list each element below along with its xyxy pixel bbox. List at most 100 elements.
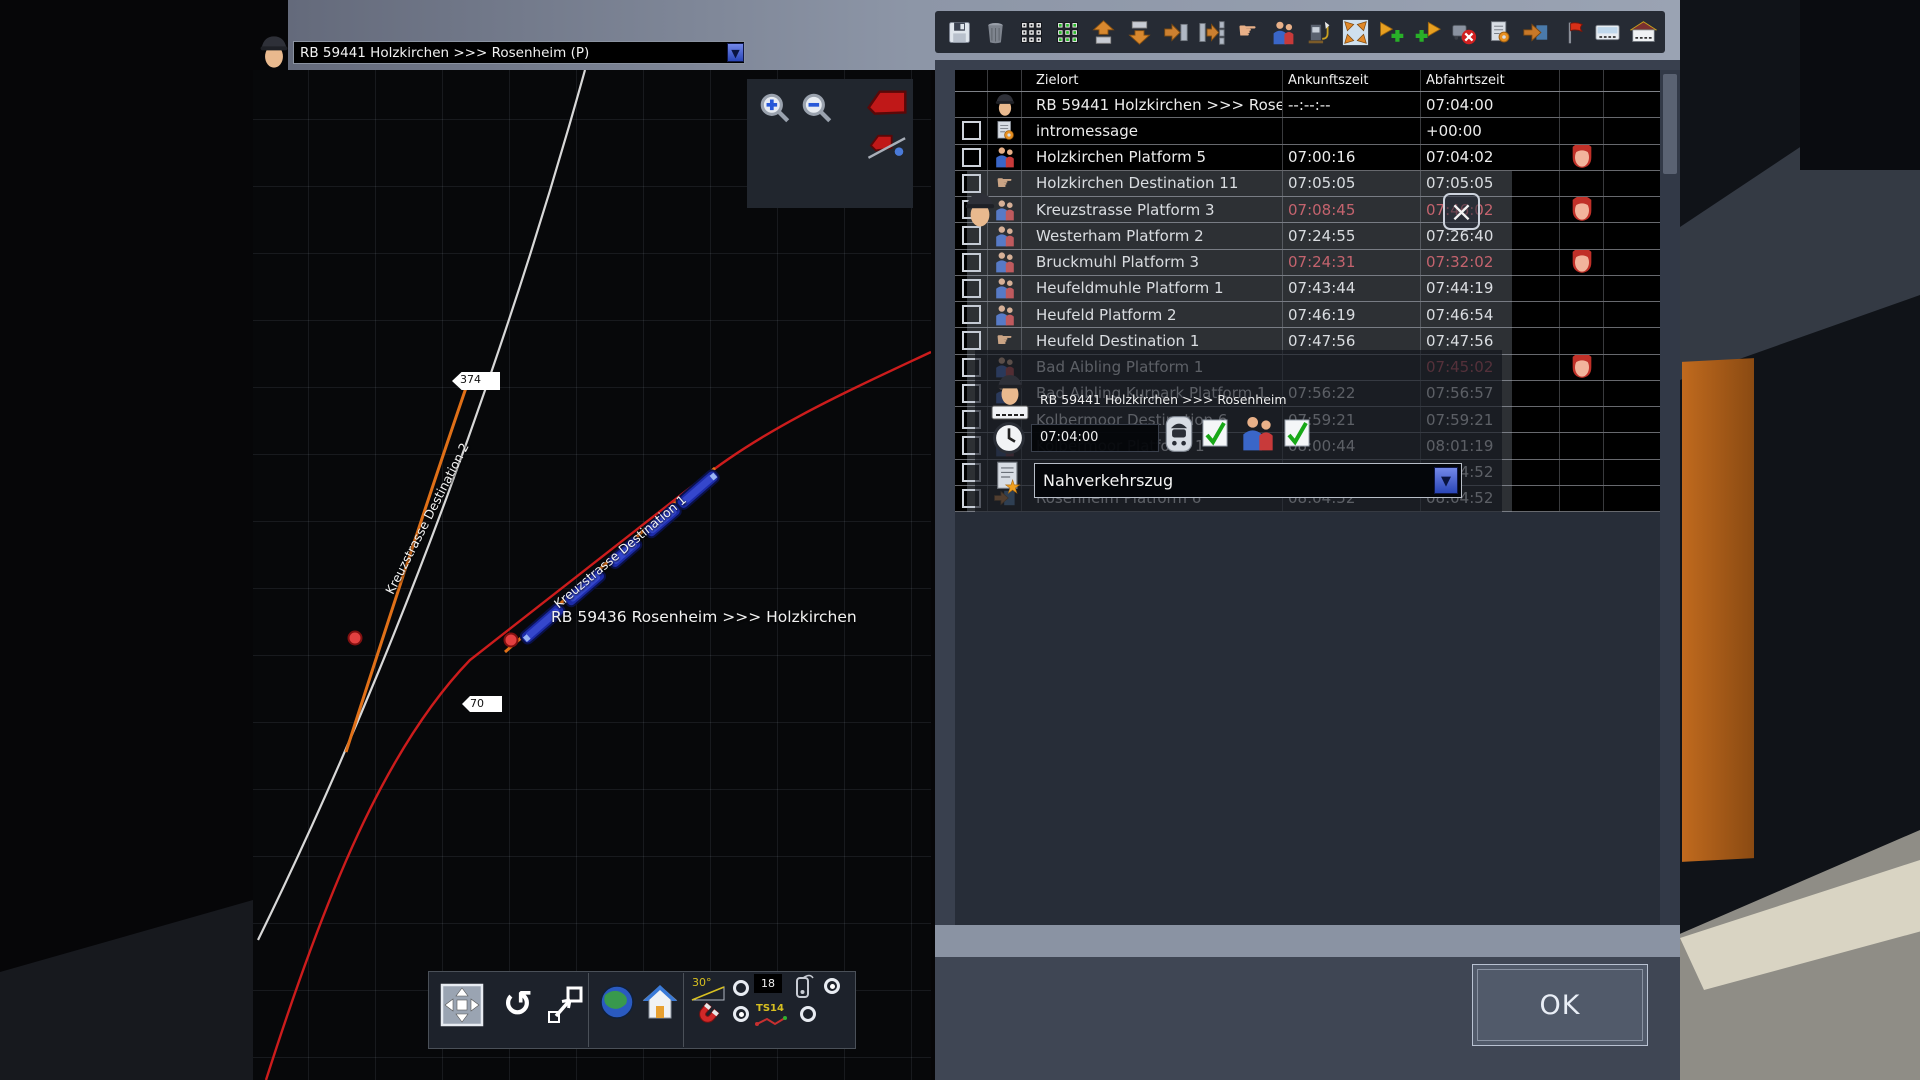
- add-before-icon[interactable]: [1413, 17, 1442, 47]
- cell-zielort[interactable]: RB 59441 Holzkirchen >>> Rosenhei: [1022, 92, 1283, 117]
- grid-size-value[interactable]: 18: [754, 974, 782, 993]
- window-bottom-band: [935, 925, 1680, 957]
- header-zielort[interactable]: Zielort: [1022, 70, 1283, 91]
- drag-driver-avatar-icon: [962, 190, 998, 230]
- driver-icon: [988, 92, 1022, 117]
- scene-roof-dark: [1800, 0, 1920, 170]
- train-selector[interactable]: RB 59441 Holzkirchen >>> Rosenheim (P): [293, 41, 745, 64]
- zoom-in-icon[interactable]: [757, 90, 793, 126]
- passenger-checkbox-checked-icon[interactable]: [1282, 416, 1312, 450]
- collapse-icon[interactable]: [1341, 17, 1370, 47]
- add-after-icon[interactable]: [1377, 17, 1406, 47]
- remove-train-icon[interactable]: [1449, 17, 1478, 47]
- platform-icon[interactable]: [1593, 17, 1622, 47]
- hand-pointer-icon[interactable]: ☛: [1233, 17, 1262, 47]
- dropdown-arrow-icon[interactable]: ▼: [727, 43, 744, 62]
- script-icon: [988, 118, 1022, 143]
- depot-icon[interactable]: [1629, 17, 1658, 47]
- pan-icon[interactable]: [440, 983, 484, 1027]
- drag-tooltip-title: RB 59441 Holzkirchen >>> Rosenheim: [1040, 392, 1287, 407]
- ok-button[interactable]: OK: [1472, 964, 1648, 1046]
- zoom-out-icon[interactable]: [799, 90, 835, 126]
- tooltip-driver-icon: [993, 372, 1027, 408]
- header-status-col: [1560, 70, 1604, 91]
- header-checkbox-col: [955, 70, 988, 91]
- row-checkbox[interactable]: [962, 121, 981, 140]
- delete-icon[interactable]: [981, 17, 1010, 47]
- close-button[interactable]: ×: [1443, 193, 1480, 230]
- magnet-icon: [694, 1003, 721, 1028]
- header-ankunftszeit[interactable]: Ankunftszeit: [1283, 70, 1421, 91]
- svg-text:30°: 30°: [692, 976, 712, 989]
- toolbar-divider: [588, 973, 589, 1047]
- cell-abfahrtszeit[interactable]: 07:04:02: [1421, 145, 1560, 170]
- delay-face-icon: [1570, 355, 1594, 380]
- flag-icon[interactable]: [1557, 17, 1586, 47]
- signal-icon[interactable]: [865, 88, 909, 120]
- signal-edit-icon[interactable]: [866, 126, 910, 162]
- track-style-label: TS14: [756, 1003, 788, 1014]
- script-star-icon: ★: [992, 459, 1026, 495]
- table-row[interactable]: RB 59441 Holzkirchen >>> Rosenhei --:--:…: [955, 92, 1660, 118]
- table-scrollbar[interactable]: [1660, 70, 1680, 925]
- driver-avatar-icon: [257, 33, 291, 71]
- table-scrollbar-thumb[interactable]: [1663, 74, 1677, 174]
- grid-icon[interactable]: [1017, 17, 1046, 47]
- people-big-icon[interactable]: [1238, 412, 1278, 454]
- globe-icon[interactable]: [598, 982, 636, 1022]
- table-row[interactable]: intromessage +00:00: [955, 118, 1660, 144]
- cell-zielort[interactable]: Holzkirchen Platform 5: [1022, 145, 1283, 170]
- export-icon[interactable]: [1521, 17, 1550, 47]
- fuel-icon[interactable]: [1305, 17, 1334, 47]
- scene-orange-pillar: [1682, 358, 1754, 862]
- signal-dot[interactable]: [349, 632, 362, 645]
- table-row[interactable]: Holzkirchen Platform 5 07:00:16 07:04:02: [955, 145, 1660, 171]
- cell-zielort[interactable]: intromessage: [1022, 118, 1283, 143]
- ok-button-label: OK: [1477, 969, 1643, 1041]
- keyboard-icon: [991, 405, 1029, 420]
- track-style-radio[interactable]: [800, 1006, 816, 1022]
- rotate-icon[interactable]: ↺: [496, 983, 540, 1027]
- departure-time-field[interactable]: 07:04:00: [1031, 424, 1159, 452]
- delay-face-icon: [1570, 197, 1594, 222]
- signal-dot[interactable]: [505, 634, 518, 647]
- eep-timetable-screen: Kreuzstrasse Destination 2 Kreuzstrasse …: [0, 0, 1920, 1080]
- cell-ankunftszeit[interactable]: --:--:--: [1283, 92, 1421, 117]
- insert-icon[interactable]: [1161, 17, 1190, 47]
- move-up-icon[interactable]: [1089, 17, 1118, 47]
- home-icon[interactable]: [642, 982, 678, 1022]
- phone-icon: [790, 973, 816, 1000]
- km-marker-374[interactable]: 374: [452, 372, 500, 390]
- cell-abfahrtszeit[interactable]: 07:04:00: [1421, 92, 1560, 117]
- cell-ankunftszeit[interactable]: [1283, 118, 1421, 143]
- slope-radio[interactable]: [733, 980, 749, 996]
- km-marker-70[interactable]: 70: [462, 696, 502, 712]
- move-view-icon[interactable]: [546, 984, 584, 1026]
- append-icon[interactable]: [1197, 17, 1226, 47]
- header-icon-col: [988, 70, 1022, 91]
- header-abfahrtszeit[interactable]: Abfahrtszeit: [1421, 70, 1560, 91]
- timetable-toolbar: ☛: [935, 11, 1665, 53]
- script-gear-icon[interactable]: [1485, 17, 1514, 47]
- svg-text:★: ★: [1004, 477, 1020, 495]
- clock-icon[interactable]: [991, 420, 1027, 456]
- cell-abfahrtszeit[interactable]: +00:00: [1421, 118, 1560, 143]
- track-style-icon: [755, 1015, 789, 1027]
- train-label-rb59436: RB 59436 Rosenheim >>> Holzkirchen: [551, 608, 857, 626]
- stop-checkbox-checked-icon[interactable]: [1200, 416, 1230, 450]
- row-checkbox[interactable]: [962, 148, 981, 167]
- save-icon[interactable]: [945, 17, 974, 47]
- delay-face-icon: [1570, 250, 1594, 275]
- passengers-icon[interactable]: [1269, 17, 1298, 47]
- slope-icon: 30°: [690, 975, 728, 1003]
- train-type-dropdown[interactable]: Nahverkehrszug ▼: [1034, 463, 1462, 498]
- delay-face-icon: [1570, 145, 1594, 170]
- header-extra-col: [1604, 70, 1660, 91]
- move-down-icon[interactable]: [1125, 17, 1154, 47]
- dropdown-arrow-icon[interactable]: ▼: [1434, 467, 1458, 494]
- train-badge-icon[interactable]: [1164, 414, 1194, 454]
- grid-green-icon[interactable]: [1053, 17, 1082, 47]
- cell-ankunftszeit[interactable]: 07:00:16: [1283, 145, 1421, 170]
- phone-radio[interactable]: [824, 978, 840, 994]
- magnet-radio[interactable]: [733, 1006, 749, 1022]
